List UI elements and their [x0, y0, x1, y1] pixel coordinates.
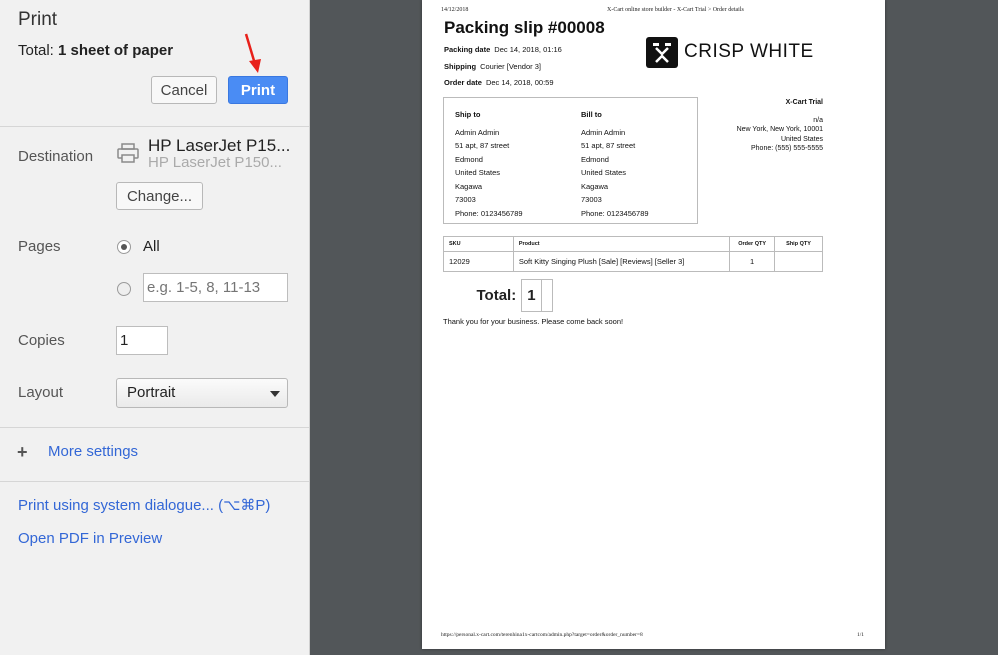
- total-qty-cell: 1: [521, 278, 542, 312]
- destination-label: Destination: [18, 148, 94, 165]
- ship-qty-cell: [774, 251, 823, 272]
- address-line: 73003: [455, 195, 476, 204]
- store-logo-text: CRISP WHITE: [684, 41, 814, 62]
- bill-to-heading: Bill to: [581, 110, 602, 119]
- address-line: Edmond: [455, 154, 483, 164]
- column-header: SKU: [443, 236, 514, 252]
- address-line: United States: [455, 168, 501, 177]
- pages-all-radio[interactable]: [117, 240, 131, 254]
- address-line: Phone: 0123456789: [581, 208, 649, 218]
- ship-to-heading: Ship to: [455, 110, 481, 119]
- total-label: Total:: [476, 286, 517, 304]
- items-table: SKU Product Order QTY Ship QTY 12029 Sof…: [443, 236, 823, 312]
- cancel-button[interactable]: Cancel: [151, 76, 217, 104]
- sheet-total: Total: 1 sheet of paper: [18, 42, 173, 59]
- address-line: United States: [581, 168, 627, 177]
- address-line: 73003: [581, 195, 602, 204]
- open-pdf-link[interactable]: Open PDF in Preview: [18, 530, 162, 547]
- column-header: Ship QTY: [774, 236, 823, 252]
- ship-to: Ship to Admin Admin 51 apt, 87 street Ed…: [455, 108, 523, 220]
- pages-all-label: All: [143, 238, 160, 255]
- layout-select[interactable]: Portrait: [116, 378, 288, 408]
- address-line: Edmond: [581, 154, 609, 164]
- address-line: Kagawa: [455, 181, 483, 191]
- destination-subtitle: HP LaserJet P150...: [148, 154, 282, 171]
- page-header-date: 14/12/2018: [441, 7, 469, 13]
- page-footer-url: https://personal.x-cart.com/terenhina1x-…: [441, 632, 643, 638]
- annotation-arrow-icon: [244, 33, 261, 73]
- company-line: New York, New York, 10001: [736, 126, 823, 133]
- order-date-label: Order date: [444, 78, 482, 87]
- shipping: Shipping Courier [Vendor 3]: [444, 62, 541, 71]
- layout-label: Layout: [18, 384, 64, 401]
- order-date-value: Dec 14, 2018, 00:59: [485, 78, 554, 87]
- company-name: X-Cart Trial: [785, 99, 823, 106]
- system-dialogue-link[interactable]: Print using system dialogue... (⌥⌘P): [18, 496, 270, 514]
- table-row: 12029 Soft Kitty Singing Plush [Sale] [R…: [443, 251, 823, 272]
- dialog-title: Print: [18, 9, 58, 30]
- plus-icon[interactable]: +: [17, 443, 28, 461]
- pages-label: Pages: [18, 238, 61, 255]
- divider: [0, 427, 309, 428]
- product-cell: Soft Kitty Singing Plush [Sale] [Reviews…: [512, 251, 731, 272]
- address-line: Phone: 0123456789: [455, 208, 523, 218]
- address-line: 51 apt, 87 street: [455, 141, 510, 150]
- order-date: Order date Dec 14, 2018, 00:59: [444, 78, 554, 87]
- pages-range-input[interactable]: [143, 273, 288, 302]
- bill-to: Bill to Admin Admin 51 apt, 87 street Ed…: [581, 108, 649, 220]
- company-info: X-Cart Trial n/a New York, New York, 100…: [737, 98, 823, 154]
- company-line: Phone: (555) 555-5555: [751, 145, 823, 152]
- divider: [0, 481, 309, 482]
- shipping-value: Courier [Vendor 3]: [480, 62, 541, 71]
- change-destination-button[interactable]: Change...: [116, 182, 203, 210]
- print-header: Print Total: 1 sheet of paper Cancel Pri…: [0, 0, 309, 127]
- address-line: 51 apt, 87 street: [581, 141, 636, 150]
- sku-cell: 12029: [443, 251, 514, 272]
- packing-date-label: Packing date: [444, 45, 491, 54]
- address-line: Kagawa: [581, 181, 609, 191]
- page-footer-number: 1/1: [857, 632, 865, 638]
- print-button[interactable]: Print: [228, 76, 288, 104]
- print-preview-page: 14/12/2018 X-Cart online store builder -…: [422, 0, 885, 649]
- order-qty-cell: 1: [729, 251, 776, 272]
- packing-slip-title: Packing slip #00008: [444, 18, 605, 37]
- company-line: n/a: [813, 116, 823, 124]
- packing-date-value: Dec 14, 2018, 01:16: [494, 45, 562, 54]
- destination-name: HP LaserJet P15...: [148, 136, 291, 155]
- table-header-row: SKU Product Order QTY Ship QTY: [443, 236, 823, 252]
- shipping-label: Shipping: [444, 62, 477, 71]
- store-logo-icon: [646, 37, 678, 68]
- more-settings-link[interactable]: More settings: [48, 443, 138, 460]
- company-line: United States: [780, 135, 823, 143]
- address-box: Ship to Admin Admin 51 apt, 87 street Ed…: [443, 97, 698, 224]
- total-value: 1 sheet of paper: [58, 42, 174, 59]
- layout-value: Portrait: [127, 384, 176, 401]
- column-header: Product: [512, 236, 731, 252]
- chevron-down-icon: [270, 391, 280, 397]
- copies-label: Copies: [18, 332, 65, 349]
- print-sidebar: Print Total: 1 sheet of paper Cancel Pri…: [0, 0, 310, 655]
- packing-date: Packing date Dec 14, 2018, 01:16: [444, 45, 562, 54]
- address-line: Admin Admin: [455, 127, 500, 137]
- thank-you-message: Thank you for your business. Please come…: [443, 317, 624, 326]
- pages-custom-radio[interactable]: [117, 282, 131, 296]
- total-prefix: Total:: [18, 42, 59, 59]
- column-header: Order QTY: [729, 236, 776, 252]
- page-header-title: X-Cart online store builder - X-Cart Tri…: [607, 7, 744, 13]
- copies-input[interactable]: [116, 326, 168, 355]
- address-line: Admin Admin: [581, 127, 626, 137]
- table-total-row: Total: 1: [462, 278, 553, 312]
- printer-icon: [117, 143, 139, 163]
